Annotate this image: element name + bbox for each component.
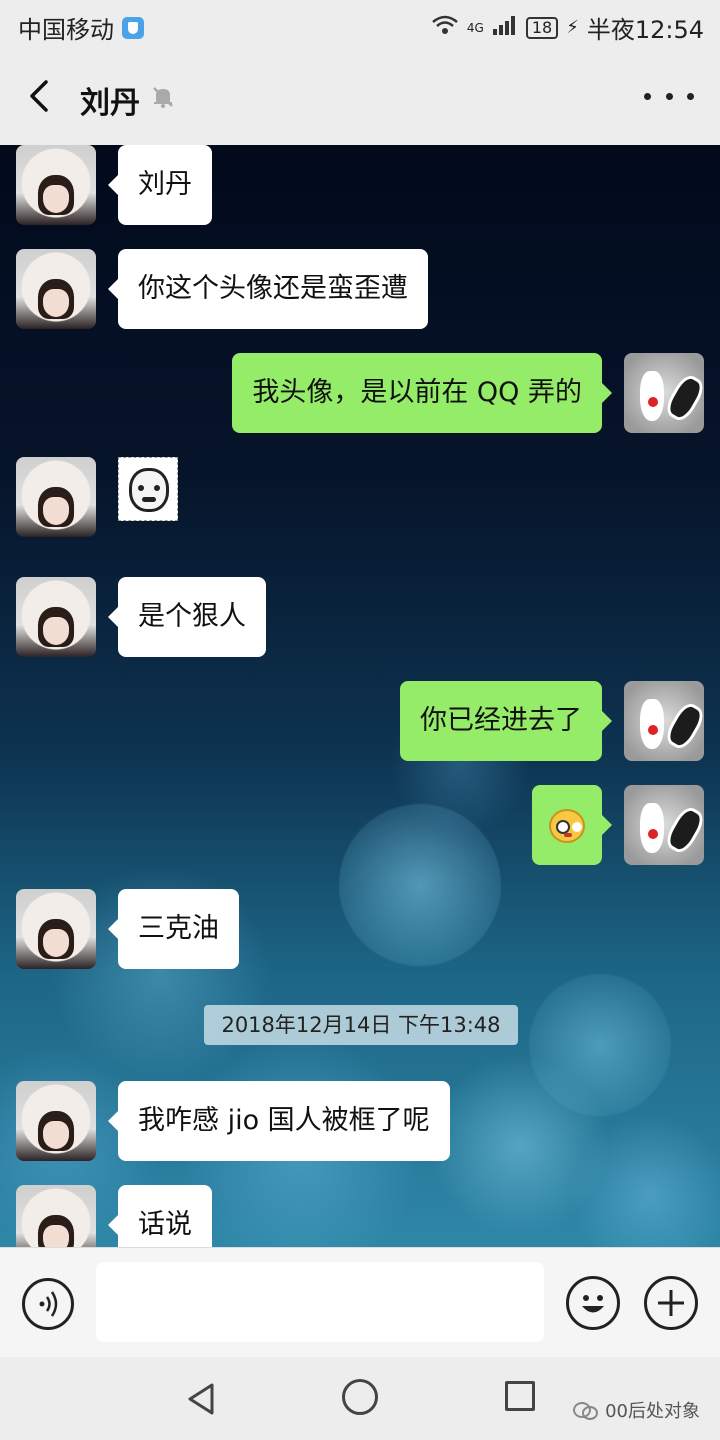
contact-avatar[interactable]	[16, 577, 96, 657]
nav-back-triangle-icon[interactable]	[182, 1379, 222, 1419]
blushing-emoji	[549, 809, 585, 843]
clock: 半夜12:54	[586, 16, 704, 44]
chat-header: 刘丹	[0, 50, 720, 145]
contact-avatar[interactable]	[16, 1185, 96, 1247]
wechat-icon	[573, 1400, 599, 1420]
watermark-text: 00后处对象	[605, 1401, 700, 1422]
avatar-shoe-graphic	[662, 803, 704, 857]
contact-avatar[interactable]	[16, 145, 96, 225]
system-nav-bar: 00后处对象	[0, 1357, 720, 1440]
voice-icon[interactable]	[22, 1278, 74, 1330]
more-dot	[687, 92, 694, 100]
more-dot	[665, 92, 673, 100]
sent-emoji-bubble[interactable]	[532, 785, 612, 865]
status-right: 4G 18 ⚡ 半夜12:54	[431, 10, 704, 45]
received-message-bubble[interactable]: 三克油	[108, 889, 239, 969]
battery-indicator: 18	[525, 16, 559, 39]
message-text-input[interactable]	[96, 1262, 544, 1342]
contact-avatar[interactable]	[16, 457, 96, 537]
emoji-icon[interactable]	[566, 1276, 620, 1330]
more-options-button[interactable]	[644, 76, 694, 116]
my-avatar[interactable]	[624, 353, 704, 433]
nav-recents-square-icon[interactable]	[505, 1381, 535, 1411]
chat-message-area[interactable]: 刘丹 你这个头像还是蛮歪遭 我头像，是以前在 QQ 弄的 是个狠人 你已经进去了…	[0, 145, 720, 1247]
received-message-bubble[interactable]: 话说	[108, 1185, 212, 1247]
sticker-face	[129, 468, 169, 512]
charging-icon: ⚡	[566, 17, 579, 38]
avatar-shoe-graphic	[662, 371, 704, 425]
contact-avatar[interactable]	[16, 1081, 96, 1161]
received-message-bubble[interactable]: 你这个头像还是蛮歪遭	[108, 249, 428, 329]
message-timestamp: 2018年12月14日 下午13:48	[204, 1005, 518, 1045]
bell-muted-icon	[150, 84, 176, 110]
sent-message-bubble[interactable]: 你已经进去了	[400, 681, 612, 761]
received-message-bubble[interactable]: 是个狠人	[108, 577, 266, 657]
received-message-bubble[interactable]: 我咋感 jio 国人被框了呢	[108, 1081, 450, 1161]
message-input-bar	[0, 1247, 720, 1357]
my-avatar[interactable]	[624, 785, 704, 865]
status-left: 中国移动	[18, 10, 144, 45]
contact-avatar[interactable]	[16, 249, 96, 329]
my-avatar[interactable]	[624, 681, 704, 761]
nav-home-circle-icon[interactable]	[342, 1379, 378, 1415]
sent-message-bubble[interactable]: 我头像，是以前在 QQ 弄的	[232, 353, 612, 433]
contact-avatar[interactable]	[16, 889, 96, 969]
meme-face-sticker[interactable]	[118, 457, 178, 521]
more-dot	[644, 92, 651, 100]
avatar-shoe-graphic	[662, 699, 704, 753]
plus-icon[interactable]	[644, 1276, 698, 1330]
signal-icon	[492, 14, 518, 42]
security-shield-icon	[122, 16, 144, 39]
watermark: 00后处对象	[573, 1397, 700, 1423]
carrier-name: 中国移动	[18, 16, 114, 44]
received-message-bubble[interactable]: 刘丹	[108, 145, 212, 225]
status-bar: 中国移动 4G 18 ⚡ 半夜12:54	[0, 0, 720, 50]
back-arrow-icon[interactable]	[22, 76, 62, 116]
chat-title: 刘丹	[80, 86, 140, 121]
network-type: 4G	[466, 20, 484, 35]
wifi-icon	[431, 14, 459, 41]
